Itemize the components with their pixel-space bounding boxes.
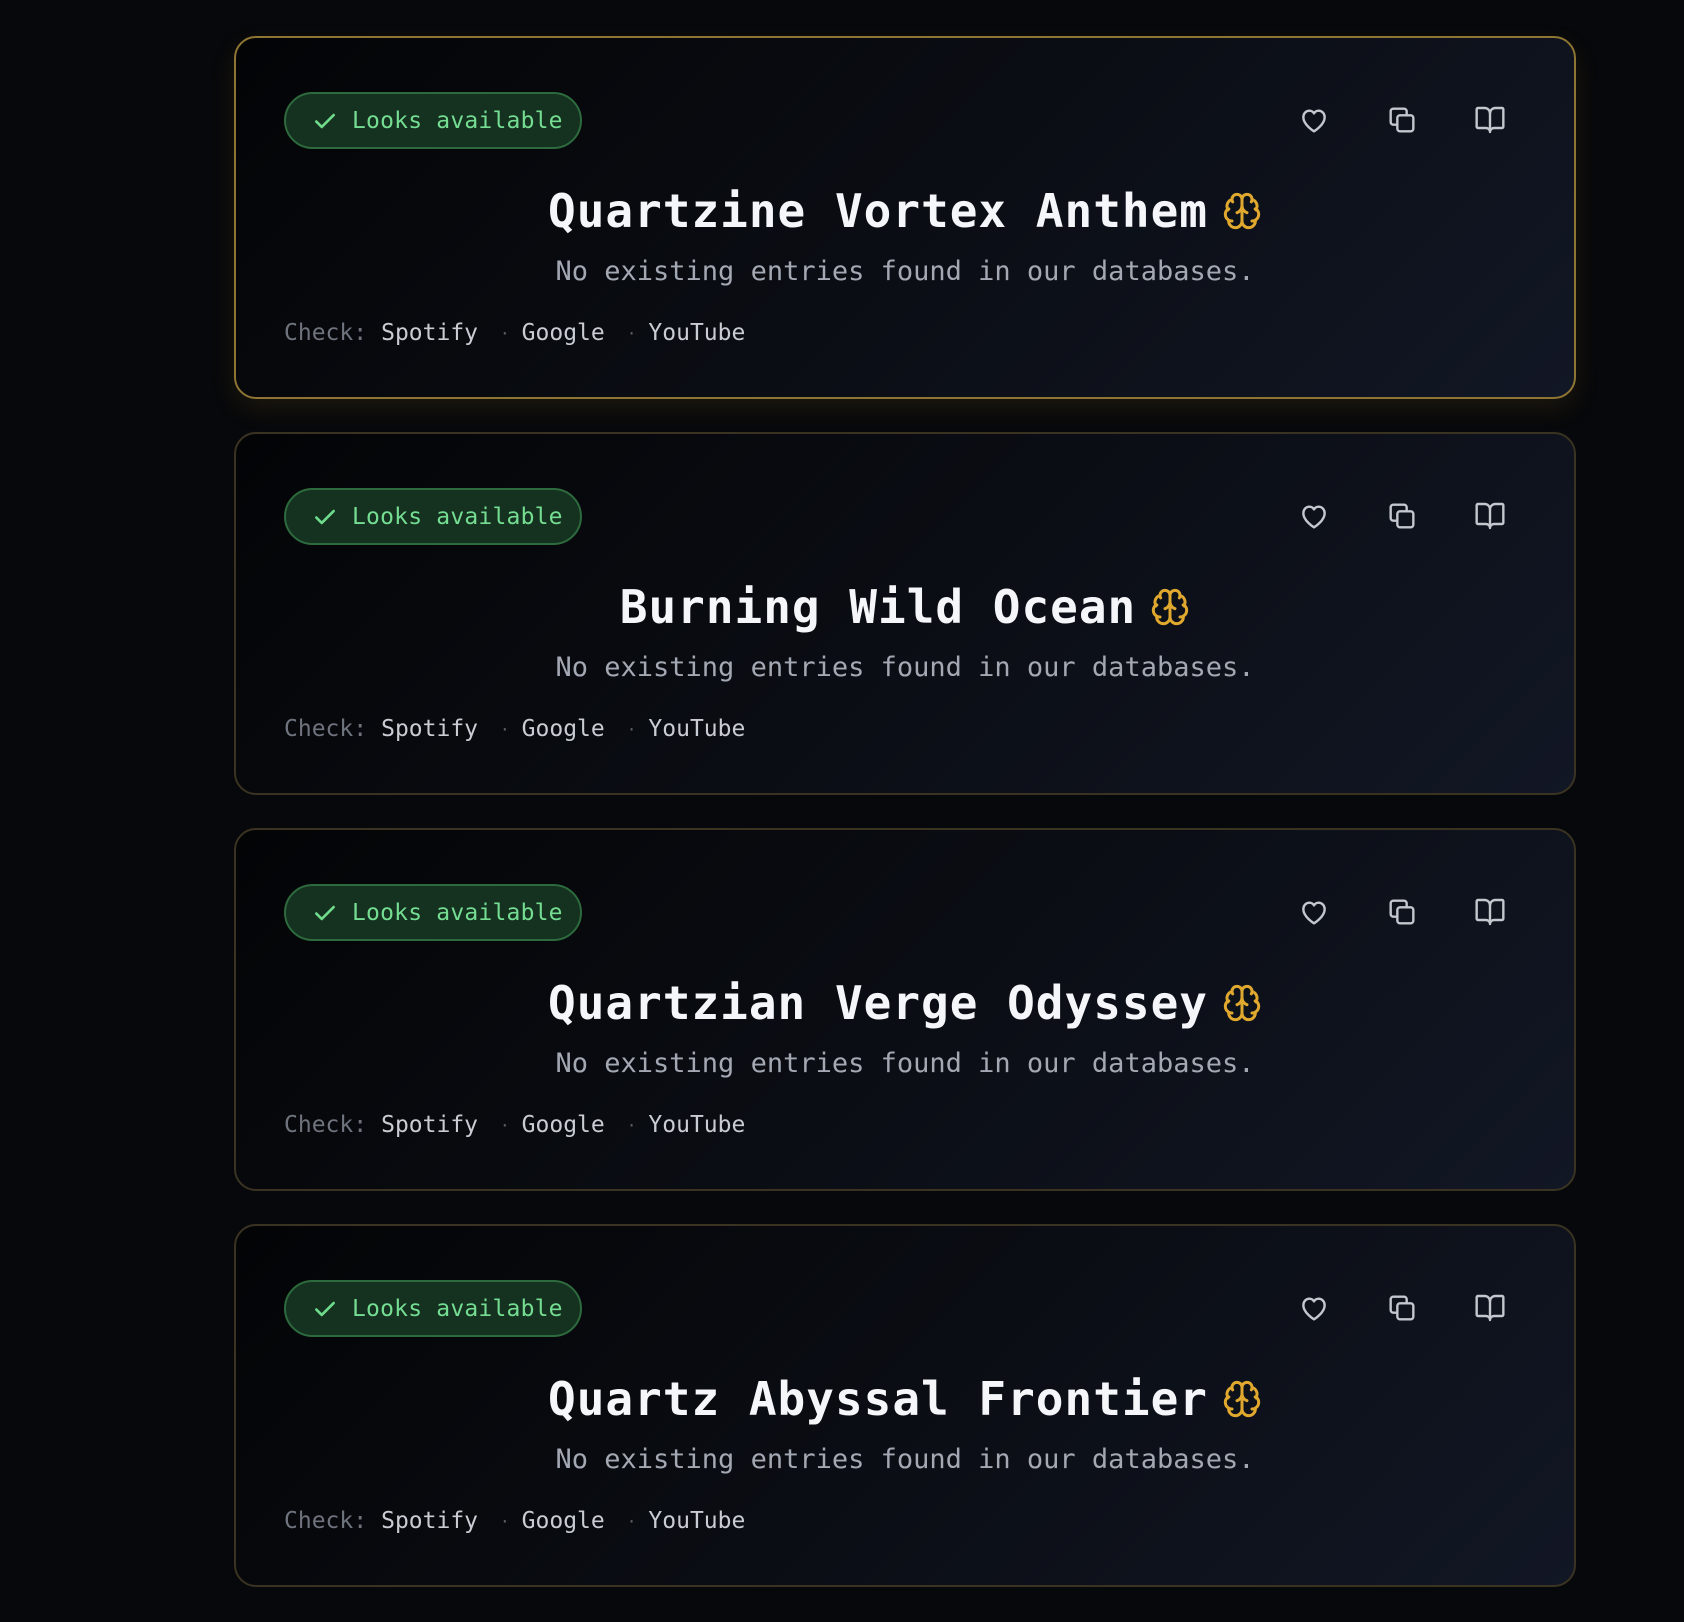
title-row: Burning Wild Ocean [236,580,1574,634]
spotify-link[interactable]: Spotify [381,1112,478,1138]
result-card[interactable]: Looks available Quartz Abyssal Frontier … [234,1224,1576,1587]
spotify-link[interactable]: Spotify [381,320,478,346]
check-icon [315,905,335,920]
heart-icon [1302,109,1326,133]
check-links: Check: Spotify · Google · YouTube [284,1112,745,1138]
brain-icon [1223,192,1261,230]
dictionary-button[interactable] [1472,894,1508,930]
result-subtitle: No existing entries found in our databas… [555,652,1255,683]
book-icon [1475,106,1505,134]
results-list: Looks available Quartzine Vortex Anthem … [234,36,1576,1620]
separator-dot: · [626,323,637,343]
check-links: Check: Spotify · Google · YouTube [284,320,745,346]
favorite-button[interactable] [1296,1290,1332,1326]
availability-badge: Looks available [284,1280,582,1337]
check-icon [315,1301,335,1316]
google-link[interactable]: Google [522,1112,605,1138]
separator-dot: · [626,1115,637,1135]
brain-icon [1223,1380,1261,1418]
card-actions [1296,102,1508,138]
title-row: Quartz Abyssal Frontier [236,1372,1574,1426]
availability-badge: Looks available [284,488,582,545]
result-title: Quartzian Verge Odyssey [548,976,1208,1030]
book-icon [1475,502,1505,530]
result-card[interactable]: Looks available Burning Wild Ocean No ex… [234,432,1576,795]
separator-dot: · [500,719,510,739]
separator-dot: · [626,719,637,739]
dictionary-button[interactable] [1472,1290,1508,1326]
copy-icon [1389,1295,1415,1321]
availability-text: Looks available [352,899,563,926]
youtube-link[interactable]: YouTube [648,320,745,346]
check-label: Check: [284,716,368,742]
result-title: Quartzine Vortex Anthem [548,184,1208,238]
copy-icon [1389,899,1415,925]
google-link[interactable]: Google [522,716,605,742]
check-links: Check: Spotify · Google · YouTube [284,716,745,742]
google-link[interactable]: Google [522,1508,605,1534]
result-card[interactable]: Looks available Quartzine Vortex Anthem … [234,36,1576,399]
result-subtitle: No existing entries found in our databas… [555,1444,1255,1475]
availability-badge: Looks available [284,884,582,941]
youtube-link[interactable]: YouTube [648,1112,745,1138]
dictionary-button[interactable] [1472,498,1508,534]
availability-text: Looks available [352,107,563,134]
check-label: Check: [284,1508,368,1534]
availability-badge: Looks available [284,92,582,149]
separator-dot: · [500,1115,510,1135]
brain-icon [1223,984,1261,1022]
dictionary-button[interactable] [1472,102,1508,138]
title-row: Quartzian Verge Odyssey [236,976,1574,1030]
favorite-button[interactable] [1296,102,1332,138]
book-icon [1475,1294,1505,1322]
heart-icon [1302,505,1326,529]
brain-icon [1152,588,1189,626]
separator-dot: · [500,1511,510,1531]
check-label: Check: [284,320,368,346]
heart-icon [1302,901,1326,925]
copy-button[interactable] [1384,1290,1420,1326]
spotify-link[interactable]: Spotify [381,716,478,742]
separator-dot: · [626,1511,637,1531]
youtube-link[interactable]: YouTube [648,1508,745,1534]
check-icon [315,509,335,524]
youtube-link[interactable]: YouTube [648,716,745,742]
heart-icon [1302,1297,1326,1321]
card-actions [1296,1290,1508,1326]
title-row: Quartzine Vortex Anthem [236,184,1574,238]
card-actions [1296,498,1508,534]
availability-text: Looks available [352,1295,563,1322]
copy-icon [1389,107,1415,133]
book-icon [1475,898,1505,926]
copy-button[interactable] [1384,498,1420,534]
result-title: Burning Wild Ocean [619,580,1137,634]
favorite-button[interactable] [1296,894,1332,930]
copy-button[interactable] [1384,102,1420,138]
check-links: Check: Spotify · Google · YouTube [284,1508,745,1534]
google-link[interactable]: Google [522,320,605,346]
copy-icon [1389,503,1415,529]
separator-dot: · [500,323,510,343]
result-card[interactable]: Looks available Quartzian Verge Odyssey … [234,828,1576,1191]
result-title: Quartz Abyssal Frontier [548,1372,1208,1426]
result-subtitle: No existing entries found in our databas… [555,1048,1255,1079]
copy-button[interactable] [1384,894,1420,930]
check-label: Check: [284,1112,368,1138]
card-actions [1296,894,1508,930]
spotify-link[interactable]: Spotify [381,1508,478,1534]
favorite-button[interactable] [1296,498,1332,534]
check-icon [315,113,335,128]
availability-text: Looks available [352,503,563,530]
result-subtitle: No existing entries found in our databas… [555,256,1255,287]
